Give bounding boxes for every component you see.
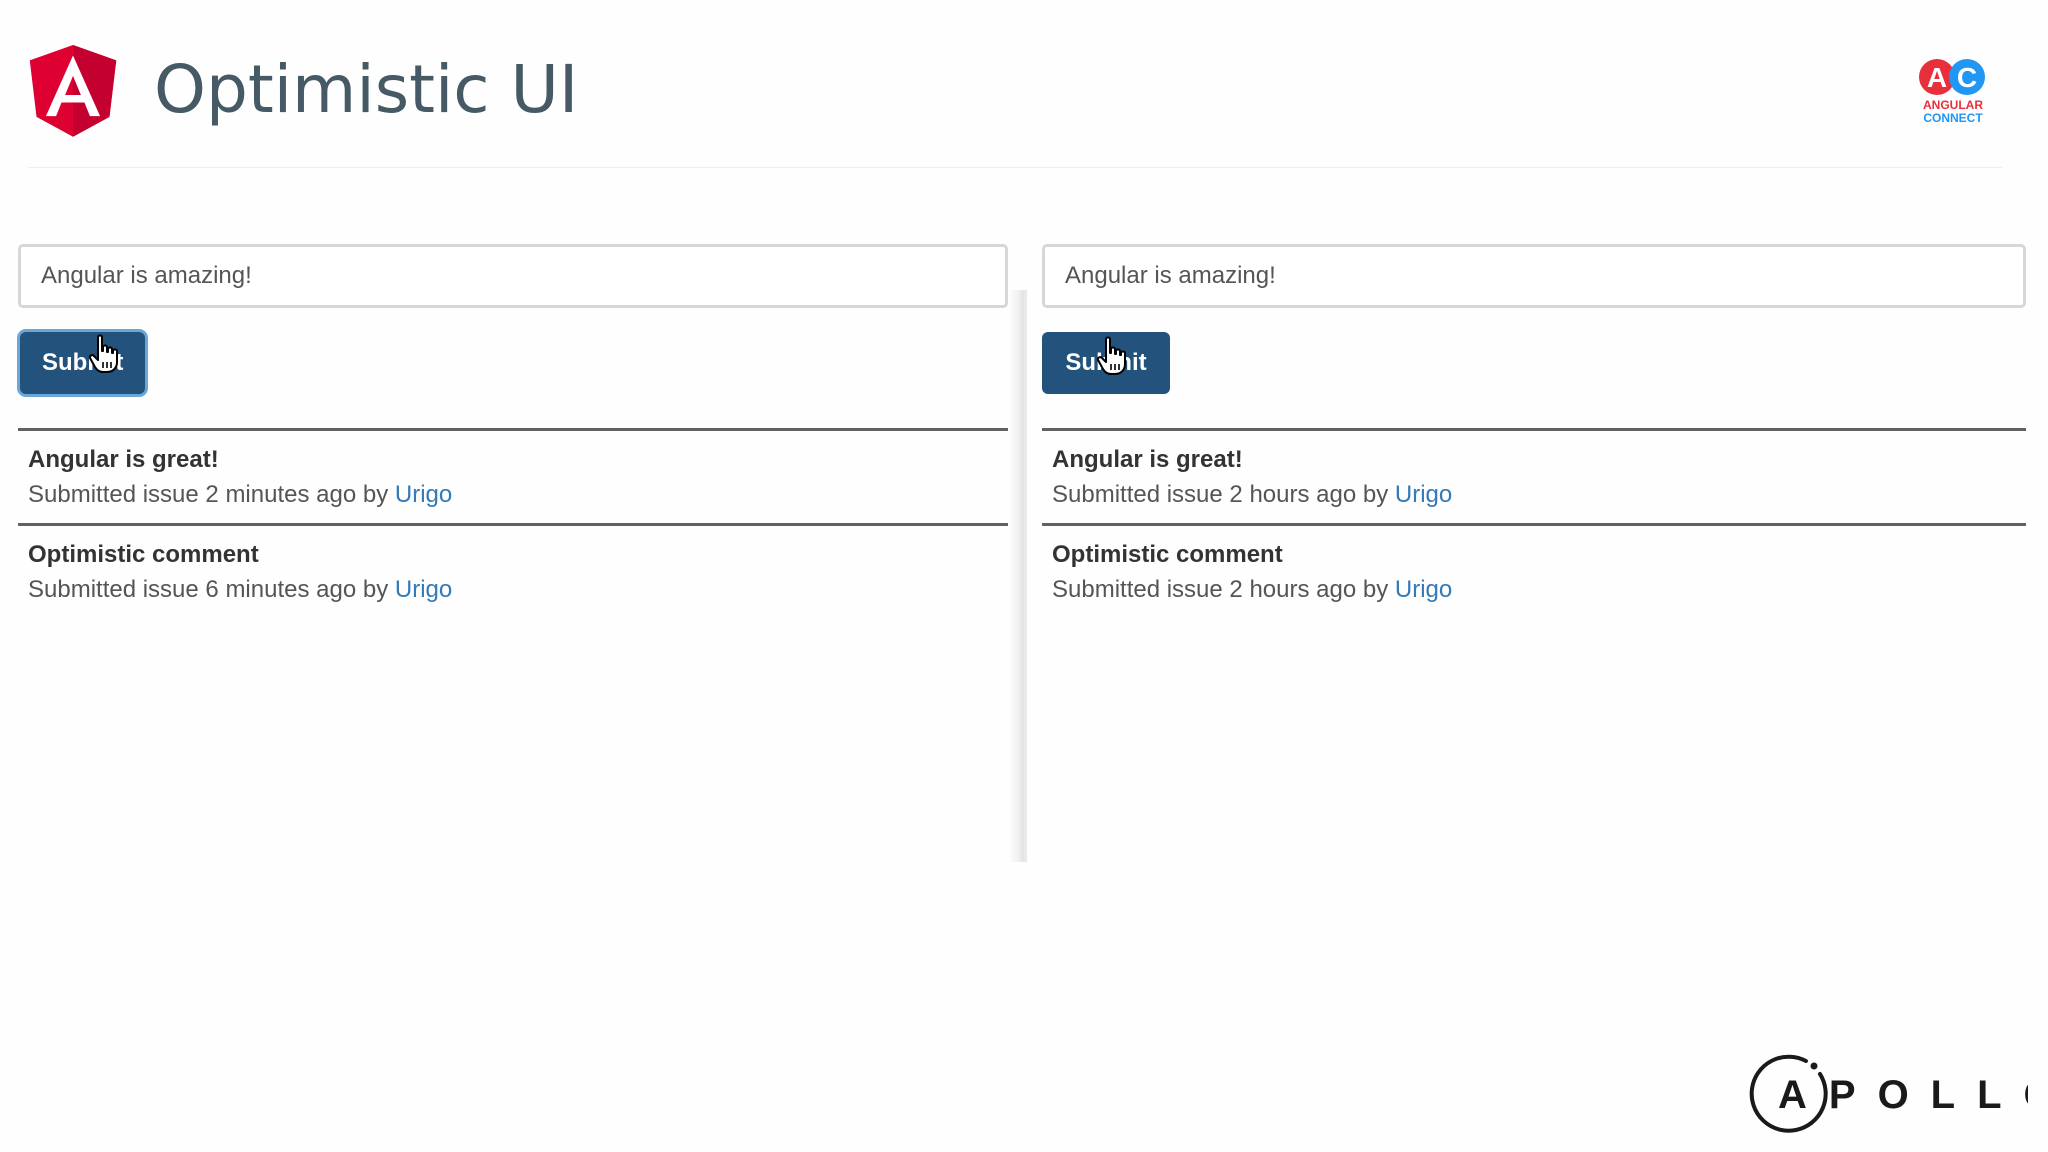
svg-text:C: C	[1957, 62, 1977, 93]
angular-logo-icon	[29, 45, 117, 137]
apollo-logo-icon: APOLLO	[1749, 1054, 2028, 1133]
issue-item: Angular is great! Submitted issue 2 hour…	[1042, 428, 2026, 523]
issue-item: Optimistic comment Submitted issue 2 hou…	[1042, 523, 2026, 618]
issue-title: Angular is great!	[28, 446, 219, 473]
ac-logo-word-2: CONNECT	[1923, 111, 1983, 125]
issue-title: Angular is great!	[1052, 446, 1243, 473]
issue-list: Angular is great! Submitted issue 2 hour…	[1042, 428, 2026, 618]
issue-title: Optimistic comment	[1052, 541, 1283, 568]
issue-author-link[interactable]: Urigo	[395, 576, 452, 603]
issue-meta: Submitted issue 2 minutes ago by Urigo	[28, 477, 998, 513]
issue-item: Optimistic comment Submitted issue 6 min…	[18, 523, 1008, 618]
hand-pointer-icon	[88, 334, 118, 373]
issue-meta: Submitted issue 2 hours ago by Urigo	[1052, 572, 2016, 608]
ac-logo-word-1: ANGULAR	[1923, 98, 1983, 112]
comment-input[interactable]	[18, 244, 1008, 308]
issue-author-link[interactable]: Urigo	[395, 481, 452, 508]
issue-list: Angular is great! Submitted issue 2 minu…	[18, 428, 1008, 618]
issue-meta: Submitted issue 6 minutes ago by Urigo	[28, 572, 998, 608]
issue-meta: Submitted issue 2 hours ago by Urigo	[1052, 477, 2016, 513]
right-app-panel: Submit Angular is great! Submitted issue…	[1042, 244, 2026, 618]
issue-item: Angular is great! Submitted issue 2 minu…	[18, 428, 1008, 523]
issue-meta-text: Submitted issue 2 minutes ago by	[28, 481, 389, 508]
issue-title: Optimistic comment	[28, 541, 259, 568]
title-divider	[28, 167, 2002, 168]
issue-meta-text: Submitted issue 2 hours ago by	[1052, 481, 1389, 508]
issue-author-link[interactable]: Urigo	[1395, 481, 1452, 508]
issue-meta-text: Submitted issue 6 minutes ago by	[28, 576, 389, 603]
issue-author-link[interactable]: Urigo	[1395, 576, 1452, 603]
svg-text:A: A	[1927, 62, 1947, 93]
issue-meta-text: Submitted issue 2 hours ago by	[1052, 576, 1389, 603]
submit-button[interactable]: Submit	[20, 332, 146, 394]
angular-connect-logo-icon: A C ANGULAR CONNECT	[1919, 59, 1985, 125]
hand-pointer-icon	[1096, 336, 1126, 375]
slide-title: Optimistic UI	[154, 51, 579, 128]
panel-divider	[1024, 290, 1027, 862]
left-app-panel: Submit Angular is great! Submitted issue…	[18, 244, 1008, 618]
apollo-logo-text: APOLLO	[1778, 1073, 2028, 1117]
comment-input[interactable]	[1042, 244, 2026, 308]
